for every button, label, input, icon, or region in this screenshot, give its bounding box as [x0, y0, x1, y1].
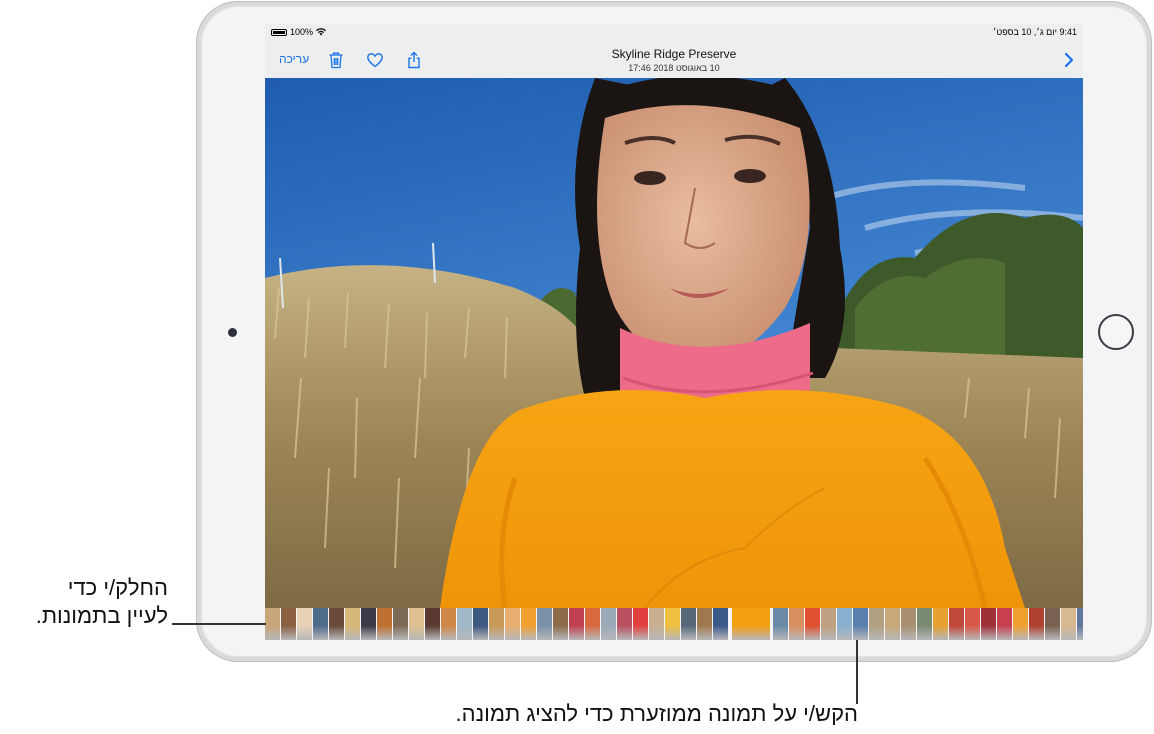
home-button[interactable]	[1098, 314, 1134, 350]
thumbnail[interactable]	[713, 608, 728, 640]
thumbnail[interactable]	[489, 608, 504, 640]
battery-percent: 100%	[290, 27, 314, 37]
thumbnail[interactable]	[869, 608, 884, 640]
status-datetime: 9:41 יום ג׳, 10 בספט׳	[992, 27, 1077, 37]
thumbnail[interactable]	[1061, 608, 1076, 640]
thumbnail[interactable]	[313, 608, 328, 640]
swipe-callout-line2: לעיין בתמונות.	[35, 603, 168, 628]
thumbnail[interactable]	[1045, 608, 1060, 640]
photo-subtitle: 10 באוגוסט 2018 17:46	[628, 63, 720, 73]
photo-title-block: Skyline Ridge Preserve 10 באוגוסט 2018 1…	[265, 47, 1083, 73]
status-left: 100%	[271, 27, 327, 37]
thumbnail[interactable]	[569, 608, 584, 640]
battery-icon	[271, 28, 287, 36]
front-camera	[228, 328, 237, 337]
thumbnail[interactable]	[473, 608, 488, 640]
thumbnail[interactable]	[901, 608, 916, 640]
photo-title: Skyline Ridge Preserve	[611, 47, 737, 61]
thumbnail[interactable]	[649, 608, 664, 640]
swipe-callout: החלק/י כדי לעיין בתמונות.	[8, 574, 168, 630]
thumbnail[interactable]	[425, 608, 440, 640]
thumbnail[interactable]	[265, 608, 280, 640]
swipe-callout-line	[172, 623, 266, 625]
thumbnail[interactable]	[297, 608, 312, 640]
thumbnail[interactable]	[837, 608, 852, 640]
tap-callout: הקש/י על תמונה ממוזערת כדי להציג תמונה.	[455, 701, 858, 726]
status-bar: 100% 9:41 יום ג׳, 10 בספט׳	[265, 24, 1083, 42]
thumbnail[interactable]	[345, 608, 360, 640]
thumbnail[interactable]	[773, 608, 788, 640]
thumbnail[interactable]	[681, 608, 696, 640]
thumbnail[interactable]	[1077, 608, 1083, 640]
thumbnail[interactable]	[821, 608, 836, 640]
thumbnail[interactable]	[457, 608, 472, 640]
thumbnail[interactable]	[697, 608, 712, 640]
thumbnail[interactable]	[1013, 608, 1028, 640]
thumbnail[interactable]	[601, 608, 616, 640]
nav-bar: עריכה Skyline Ridge Preserve 10 באוגוסט …	[265, 42, 1083, 79]
thumbnail[interactable]	[789, 608, 804, 640]
swipe-callout-line1: החלק/י כדי	[67, 575, 168, 600]
thumbnail[interactable]	[409, 608, 424, 640]
thumbnail[interactable]	[553, 608, 568, 640]
thumbnail[interactable]	[537, 608, 552, 640]
thumbnail[interactable]	[377, 608, 392, 640]
thumbnail[interactable]	[981, 608, 996, 640]
thumbnail[interactable]	[361, 608, 376, 640]
thumbnail[interactable]	[917, 608, 932, 640]
main-photo[interactable]	[265, 78, 1083, 608]
tap-callout-line	[856, 640, 858, 704]
thumbnail[interactable]	[965, 608, 980, 640]
thumbnail[interactable]	[441, 608, 456, 640]
thumbnail[interactable]	[665, 608, 680, 640]
thumbnail[interactable]	[949, 608, 964, 640]
thumbnail-scrubber[interactable]	[265, 608, 1083, 640]
thumbnail[interactable]	[633, 608, 648, 640]
screen: 100% 9:41 יום ג׳, 10 בספט׳ עריכה Skyline…	[265, 24, 1083, 640]
thumbnail[interactable]	[885, 608, 900, 640]
thumbnail[interactable]	[997, 608, 1012, 640]
thumbnail[interactable]	[393, 608, 408, 640]
thumbnail[interactable]	[329, 608, 344, 640]
thumbnail[interactable]	[521, 608, 536, 640]
thumbnail[interactable]	[585, 608, 600, 640]
thumbnail[interactable]	[1029, 608, 1044, 640]
thumbnail[interactable]	[617, 608, 632, 640]
wifi-icon	[316, 28, 327, 36]
chevron-right-icon[interactable]	[1063, 51, 1075, 69]
thumbnail[interactable]	[281, 608, 296, 640]
thumbnail[interactable]	[805, 608, 820, 640]
thumbnail[interactable]	[933, 608, 948, 640]
thumbnail[interactable]	[505, 608, 520, 640]
thumbnail-selected[interactable]	[732, 608, 770, 640]
thumbnail[interactable]	[853, 608, 868, 640]
